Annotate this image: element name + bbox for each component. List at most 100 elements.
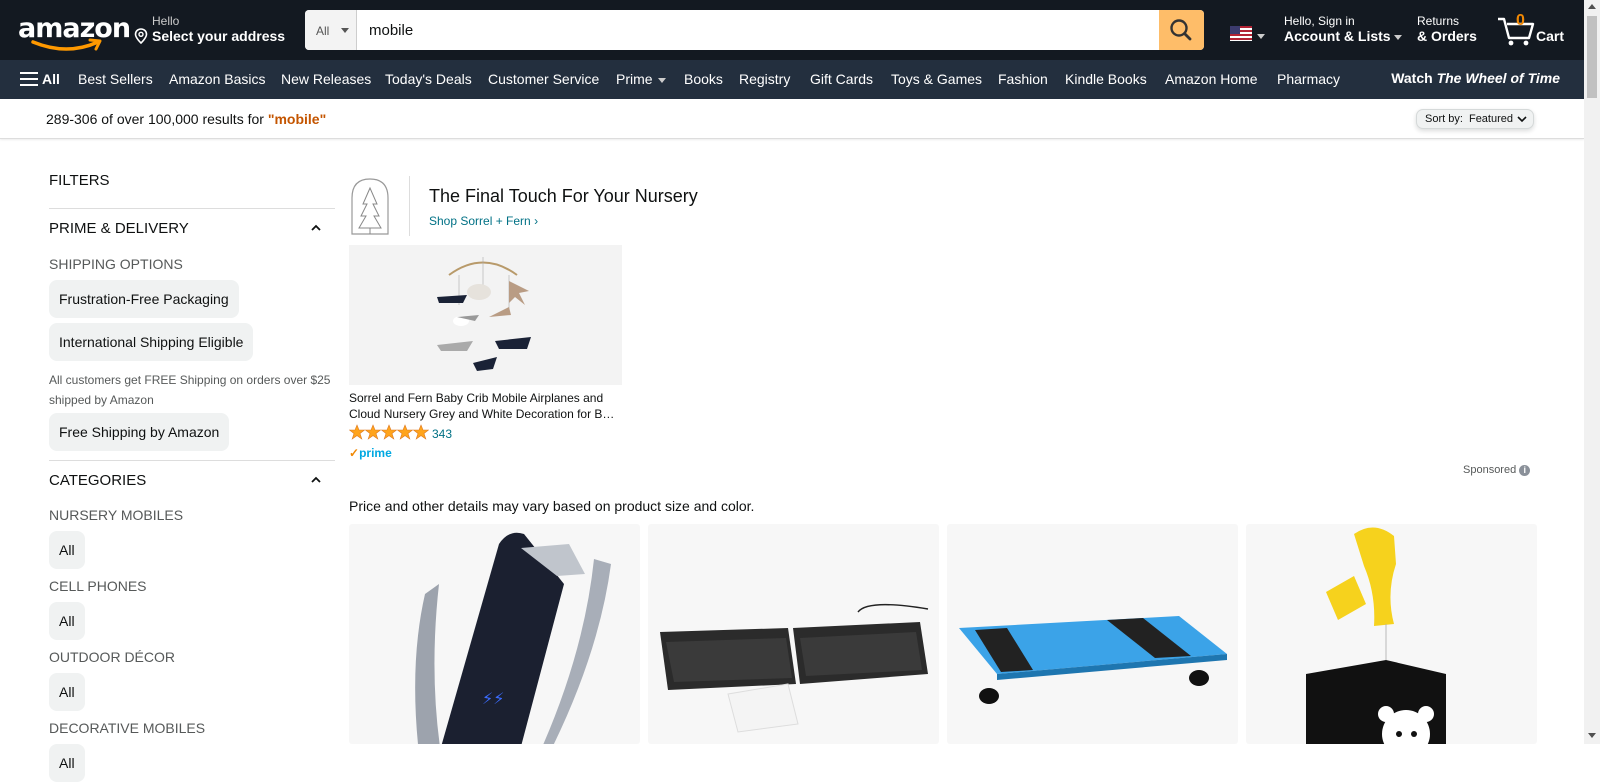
shop-brand-label: Shop Sorrel + Fern xyxy=(429,214,531,228)
blue-tray-image xyxy=(959,616,1227,704)
top-navbar: amazon Hello Select your address All mob… xyxy=(0,0,1584,60)
prime-delivery-title: PRIME & DELIVERY xyxy=(49,220,189,237)
scroll-down-arrow-icon[interactable] xyxy=(1588,733,1596,738)
account-greeting: Hello, Sign in xyxy=(1284,14,1355,28)
product-card[interactable]: ⚡⚡ xyxy=(349,524,640,744)
nav-item-books[interactable]: Books xyxy=(684,71,723,87)
us-flag-icon[interactable] xyxy=(1230,26,1252,41)
nav-item-todays-deals[interactable]: Today's Deals xyxy=(385,71,472,87)
star-rating-icon[interactable] xyxy=(349,424,429,440)
brand-title: The Final Touch For Your Nursery xyxy=(429,186,698,206)
category-navbar: All Best Sellers Amazon Basics New Relea… xyxy=(0,60,1584,99)
category-decorative-mobiles: DECORATIVE MOBILES xyxy=(49,720,206,736)
filter-chip-cell-phones-all[interactable]: All xyxy=(49,602,85,640)
nav-item-new-releases[interactable]: New Releases xyxy=(281,71,371,87)
search-category-select[interactable]: All xyxy=(305,10,357,50)
filter-chip-decorative-mobiles-all[interactable]: All xyxy=(49,744,85,782)
shop-brand-link[interactable]: Shop Sorrel + Fern › xyxy=(429,214,538,228)
language-chevron-icon[interactable] xyxy=(1257,34,1265,39)
sort-label: Sort by: xyxy=(1425,113,1463,125)
chevron-up-icon[interactable] xyxy=(310,474,322,486)
nav-item-kindle-books[interactable]: Kindle Books xyxy=(1065,71,1147,87)
divider xyxy=(49,460,335,461)
nav-item-registry[interactable]: Registry xyxy=(739,71,790,87)
vertical-scrollbar[interactable] xyxy=(1584,0,1600,744)
rating-count[interactable]: 343 xyxy=(432,427,452,441)
filter-chip-free-shipping[interactable]: Free Shipping by Amazon xyxy=(49,413,230,451)
chevron-up-icon[interactable] xyxy=(310,222,322,234)
info-icon: i xyxy=(1519,465,1531,476)
category-nursery-mobiles: NURSERY MOBILES xyxy=(49,507,184,523)
filters-title: FILTERS xyxy=(49,172,110,189)
sponsored-label[interactable]: Sponsored i xyxy=(1463,464,1531,476)
nav-item-toys-games[interactable]: Toys & Games xyxy=(891,71,982,87)
returns-orders-link[interactable]: Returns & Orders xyxy=(1417,14,1477,44)
scrollbar-thumb[interactable] xyxy=(1587,16,1597,98)
scroll-up-arrow-icon[interactable] xyxy=(1588,4,1596,9)
smile-arrow-icon xyxy=(31,38,102,51)
brand-logo-icon[interactable] xyxy=(349,176,391,236)
folding-keyboard-image xyxy=(660,603,929,733)
results-count: 289-306 of over 100,000 results for xyxy=(46,111,268,127)
wheel-of-time-promo[interactable]: Watch The Wheel of Time xyxy=(1391,70,1560,86)
chevron-down-icon xyxy=(657,77,666,83)
account-lists-menu[interactable]: Hello, Sign in Account & Lists xyxy=(1284,14,1402,44)
nav-item-fashion[interactable]: Fashion xyxy=(998,71,1048,87)
filter-chip-frustration-free[interactable]: Frustration-Free Packaging xyxy=(49,280,239,318)
prime-badge: ✓prime xyxy=(349,446,392,460)
prime-check-icon: ✓ xyxy=(349,446,360,460)
amazon-logo[interactable]: amazon xyxy=(16,12,131,52)
divider xyxy=(409,176,410,236)
search-icon xyxy=(1170,19,1192,41)
search-button[interactable] xyxy=(1159,10,1204,50)
baby-toy-image xyxy=(1306,527,1446,744)
deliver-to-address[interactable]: Hello Select your address xyxy=(134,14,285,44)
cart-count: 0 xyxy=(1516,12,1525,29)
all-menu-label: All xyxy=(42,71,60,87)
filter-chip-outdoor-decor-all[interactable]: All xyxy=(49,673,85,711)
sponsored-text: Sponsored xyxy=(1463,464,1517,476)
nav-item-gift-cards[interactable]: Gift Cards xyxy=(810,71,873,87)
svg-text:⚡⚡: ⚡⚡ xyxy=(482,689,504,708)
account-label: Account & Lists xyxy=(1284,28,1391,44)
search-input[interactable] xyxy=(358,10,1140,50)
shipping-options-title: SHIPPING OPTIONS xyxy=(49,256,183,272)
chevron-down-icon xyxy=(341,28,349,33)
category-cell-phones: CELL PHONES xyxy=(49,578,147,594)
cart-label: Cart xyxy=(1536,28,1565,44)
all-menu-button[interactable]: All xyxy=(20,71,60,87)
sponsored-product-title[interactable]: Sorrel and Fern Baby Crib Mobile Airplan… xyxy=(349,390,624,422)
nav-item-customer-service[interactable]: Customer Service xyxy=(488,71,599,87)
mobile-airplanes-image xyxy=(437,257,531,371)
product-card[interactable] xyxy=(648,524,939,744)
filter-chip-international-shipping[interactable]: International Shipping Eligible xyxy=(49,323,254,361)
location-pin-icon xyxy=(134,28,148,44)
address-label: Select your address xyxy=(152,28,286,44)
orders-label: & Orders xyxy=(1417,28,1477,44)
nav-item-pharmacy[interactable]: Pharmacy xyxy=(1277,71,1340,87)
wireless-charger-image: ⚡⚡ xyxy=(415,532,611,744)
product-card[interactable] xyxy=(1246,524,1537,744)
free-shipping-note: All customers get FREE Shipping on order… xyxy=(49,373,331,407)
nav-item-amazon-home[interactable]: Amazon Home xyxy=(1165,71,1258,87)
filter-chip-nursery-mobiles-all[interactable]: All xyxy=(49,531,85,569)
results-info-bar: 289-306 of over 100,000 results for "mob… xyxy=(0,99,1584,139)
sponsored-product-image[interactable] xyxy=(349,245,622,385)
nav-item-best-sellers[interactable]: Best Sellers xyxy=(78,71,153,87)
results-query: "mobile" xyxy=(267,111,327,127)
cart-button[interactable]: 0 Cart xyxy=(1496,12,1568,48)
chevron-right-icon: › xyxy=(534,214,539,228)
chevron-down-icon xyxy=(1517,116,1527,123)
nav-item-amazon-basics[interactable]: Amazon Basics xyxy=(169,71,265,87)
promo-prefix: Watch xyxy=(1391,70,1437,86)
search-category-label: All xyxy=(316,24,330,38)
category-outdoor-decor: OUTDOOR DÉCOR xyxy=(49,649,175,665)
hamburger-menu-icon xyxy=(20,72,38,86)
returns-label: Returns xyxy=(1417,14,1460,28)
address-greeting: Hello xyxy=(152,14,180,28)
divider xyxy=(49,208,335,209)
prime-label: Prime xyxy=(616,71,653,87)
sort-dropdown[interactable]: Sort by: Featured xyxy=(1416,109,1534,129)
nav-item-prime[interactable]: Prime xyxy=(616,71,666,87)
product-card[interactable] xyxy=(947,524,1238,744)
